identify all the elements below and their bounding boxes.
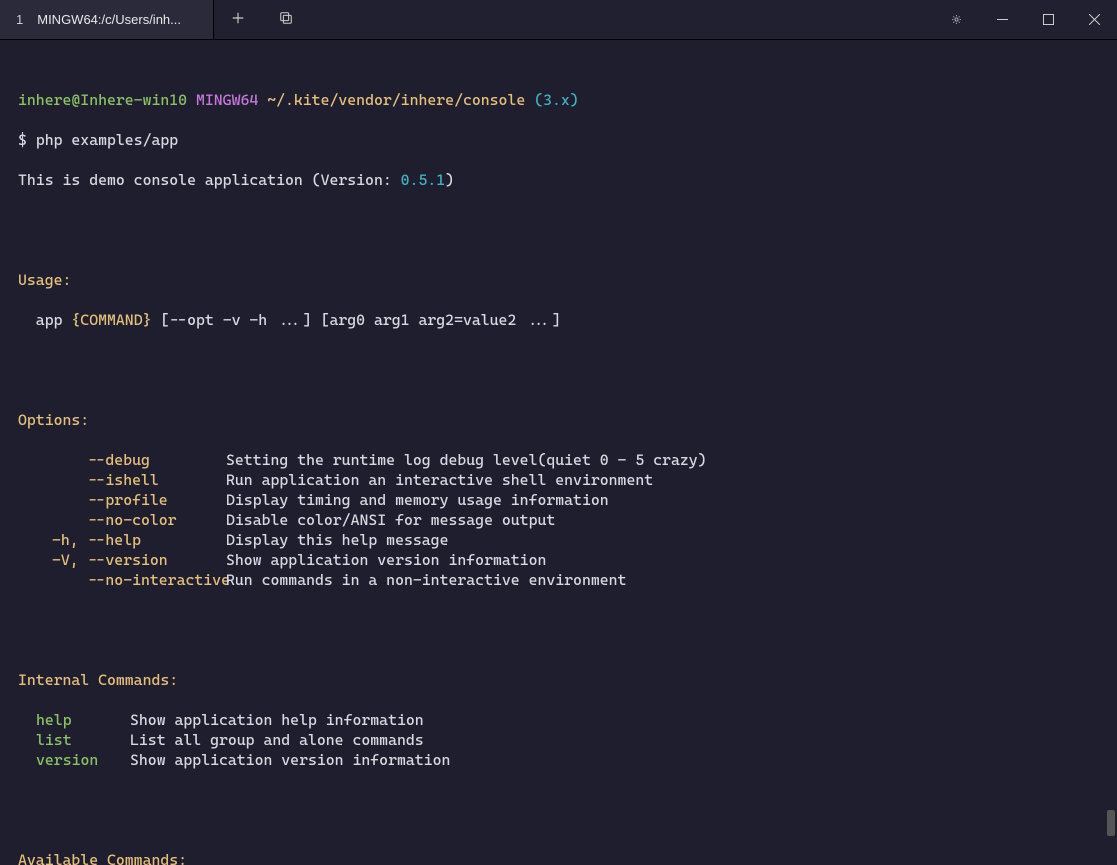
option-row: --profileDisplay timing and memory usage… (18, 490, 1099, 510)
internal-desc: Show application help information (130, 710, 424, 730)
option-desc: Run application an interactive shell env… (226, 470, 653, 490)
internal-desc: List all group and alone commands (130, 730, 424, 750)
usage-header: Usage: (18, 270, 1099, 290)
minimize-button[interactable] (979, 0, 1025, 39)
plus-icon (231, 11, 245, 29)
option-row: --debugSetting the runtime log debug lev… (18, 450, 1099, 470)
prompt-line: inhere@Inhere-win10 MINGW64 ~/.kite/vend… (18, 90, 1099, 110)
terminal-tab[interactable]: 1 MINGW64:/c/Users/inh... (0, 0, 214, 39)
option-flag: --no-color (18, 510, 226, 530)
gear-icon (951, 11, 962, 29)
option-row: -V, --versionShow application version in… (18, 550, 1099, 570)
close-icon (1089, 11, 1100, 29)
minimize-icon (997, 11, 1008, 29)
option-row: --no-colorDisable color/ANSI for message… (18, 510, 1099, 530)
titlebar-drag-area[interactable] (310, 0, 933, 39)
option-flag: --profile (18, 490, 226, 510)
option-flag: --debug (18, 450, 226, 470)
internal-cmd: list (18, 730, 130, 750)
prompt-branch: 3.x (543, 91, 570, 109)
option-row: -h, --helpDisplay this help message (18, 530, 1099, 550)
internal-row: listList all group and alone commands (18, 730, 1099, 750)
scrollbar-thumb[interactable] (1107, 810, 1115, 836)
prompt-ps1: $ (18, 131, 36, 149)
option-desc: Display this help message (226, 530, 448, 550)
option-flag: --ishell (18, 470, 226, 490)
internal-desc: Show application version information (130, 750, 450, 770)
usage-line: app {COMMAND} [--opt -v -h ...] [arg0 ar… (18, 310, 1099, 330)
terminal-viewport[interactable]: inhere@Inhere-win10 MINGW64 ~/.kite/vend… (0, 40, 1117, 865)
option-flag: -h, --help (18, 530, 226, 550)
tab-title: MINGW64:/c/Users/inh... (37, 12, 181, 27)
internal-row: versionShow application version informat… (18, 750, 1099, 770)
option-row: --ishellRun application an interactive s… (18, 470, 1099, 490)
prompt-user-host: inhere@Inhere-win10 (18, 91, 196, 109)
internal-row: helpShow application help information (18, 710, 1099, 730)
internal-header: Internal Commands: (18, 670, 1099, 690)
maximize-button[interactable] (1025, 0, 1071, 39)
option-flag: -V, --version (18, 550, 226, 570)
dropdown-button[interactable] (262, 0, 310, 39)
internal-cmd: help (18, 710, 130, 730)
intro-line: This is demo console application (Versio… (18, 170, 1099, 190)
new-tab-button[interactable] (214, 0, 262, 39)
internal-cmd: version (18, 750, 130, 770)
prompt-branch-open: ( (534, 91, 543, 109)
option-flag: --no-interactive (18, 570, 226, 590)
command-line: $ php examples/app (18, 130, 1099, 150)
option-row: --no-interactiveRun commands in a non-in… (18, 570, 1099, 590)
panels-icon (279, 11, 293, 29)
prompt-branch-close: ) (570, 91, 579, 109)
window-titlebar: 1 MINGW64:/c/Users/inh... (0, 0, 1117, 40)
app-version: 0.5.1 (401, 171, 446, 189)
option-desc: Disable color/ANSI for message output (226, 510, 555, 530)
option-desc: Run commands in a non-interactive enviro… (226, 570, 626, 590)
maximize-icon (1043, 11, 1054, 29)
prompt-cwd: ~/.kite/vendor/inhere/console (267, 91, 534, 109)
prompt-env: MINGW64 (196, 91, 267, 109)
available-header: Available Commands: (18, 850, 1099, 865)
option-desc: Setting the runtime log debug level(quie… (226, 450, 707, 470)
tab-index: 1 (16, 12, 23, 27)
option-desc: Show application version information (226, 550, 546, 570)
option-desc: Display timing and memory usage informat… (226, 490, 609, 510)
options-header: Options: (18, 410, 1099, 430)
prompt-cmd: php examples/app (36, 131, 178, 149)
settings-button[interactable] (933, 0, 979, 39)
close-button[interactable] (1071, 0, 1117, 39)
